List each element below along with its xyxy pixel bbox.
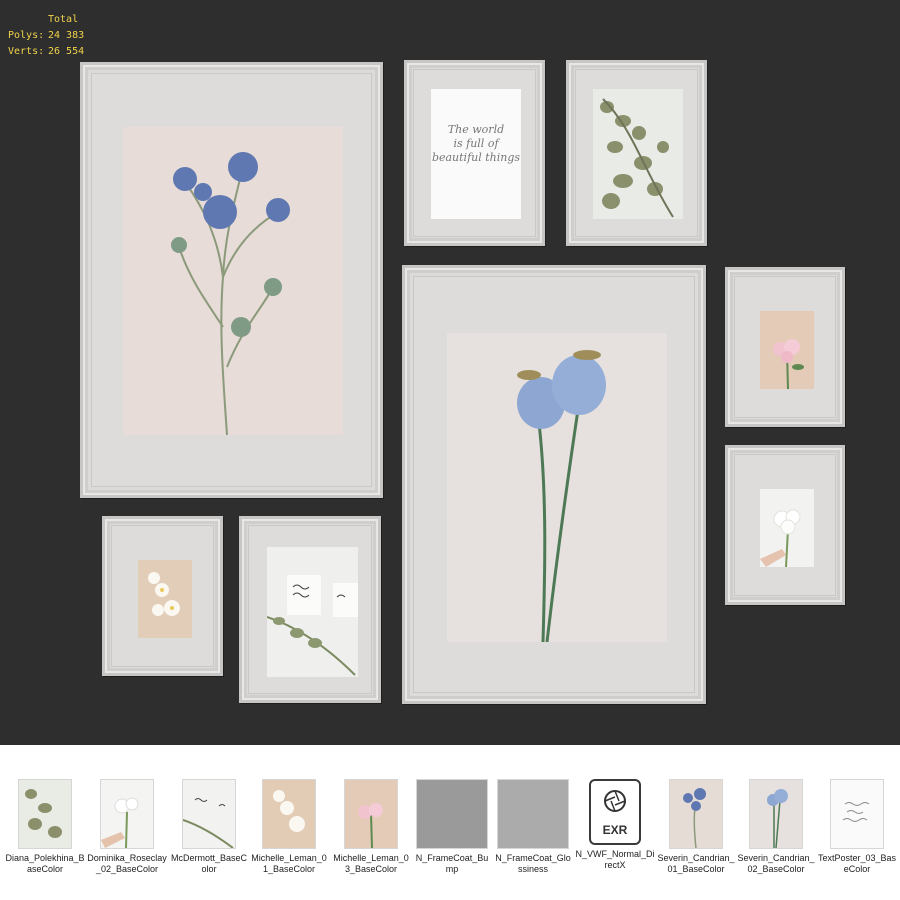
asset-label: Dominika_Roseclay_02_BaseColor [87, 853, 167, 874]
white-bouquet-thumb [100, 779, 154, 849]
quote-line-2: is full of [453, 137, 499, 150]
eucalyptus-thumb [18, 779, 72, 849]
handwriting-photo [267, 547, 358, 677]
exr-file-icon: EXR [589, 779, 641, 845]
frame-handwriting[interactable] [239, 516, 381, 703]
3d-viewport[interactable]: Total Polys: 24 383 Verts: 26 554 The wo… [0, 0, 900, 745]
asset-label: N_FrameCoat_Glossiness [495, 853, 571, 874]
asset-item[interactable]: Severin_Candrian_01_BaseColor [655, 779, 737, 875]
asset-label: TextPoster_03_BaseColor [817, 853, 897, 874]
asset-item[interactable]: Diana_Polekhina_BaseColor [4, 779, 86, 875]
polycount-stats: Total Polys: 24 383 Verts: 26 554 [8, 12, 84, 60]
asset-item[interactable]: N_FrameCoat_Bump [411, 779, 493, 875]
blue-thistle-photo [123, 127, 343, 435]
polys-label: Polys: [8, 30, 45, 41]
pink-rose-photo [760, 311, 814, 389]
asset-label: N_VWF_Normal_DirectX [575, 849, 655, 870]
gray-noise-thumb [497, 779, 569, 849]
asset-item[interactable]: EXR N_VWF_Normal_DirectX [574, 779, 656, 871]
white-daisies-photo [138, 560, 192, 638]
poppy-thumb [749, 779, 803, 849]
frame-poppy[interactable] [402, 265, 706, 704]
asset-item[interactable]: TextPoster_03_BaseColor [816, 779, 898, 875]
quote-line-1: The world [447, 123, 505, 136]
quote-line-3: beautiful things [431, 151, 521, 164]
frame-large-thistle[interactable] [80, 62, 383, 498]
polys-row: Polys: 24 383 [8, 28, 84, 44]
asset-item[interactable]: McDermott_BaseColor [168, 779, 250, 875]
stats-header: Total [48, 14, 79, 25]
white-bouquet-photo [760, 489, 814, 567]
gray-noise-thumb [416, 779, 488, 849]
text-poster-thumb [830, 779, 884, 849]
pink-rose-thumb [344, 779, 398, 849]
asset-label: Severin_Candrian_01_BaseColor [657, 853, 735, 874]
verts-row: Verts: 26 554 [8, 44, 84, 60]
frame-eucalyptus[interactable] [566, 60, 707, 246]
frame-quote-poster[interactable]: The world is full of beautiful things [404, 60, 545, 246]
asset-item[interactable]: Michelle_Leman_01_BaseColor [248, 779, 330, 875]
thistle-thumb [669, 779, 723, 849]
polys-value: 24 383 [48, 30, 85, 41]
asset-label: Diana_Polekhina_BaseColor [5, 853, 85, 874]
asset-label: McDermott_BaseColor [170, 853, 248, 874]
aperture-icon [604, 790, 626, 812]
asset-label: N_FrameCoat_Bump [415, 853, 489, 874]
asset-label: Michelle_Leman_01_BaseColor [251, 853, 327, 874]
frame-white-daisies[interactable] [102, 516, 223, 676]
asset-item[interactable]: Michelle_Leman_03_BaseColor [330, 779, 412, 875]
verts-value: 26 554 [48, 46, 85, 57]
asset-item[interactable]: Severin_Candrian_02_BaseColor [735, 779, 817, 875]
frame-white-bouquet[interactable] [725, 445, 845, 605]
quote-poster: The world is full of beautiful things [431, 89, 521, 219]
asset-item[interactable]: Dominika_Roseclay_02_BaseColor [86, 779, 168, 875]
poppy-pods-photo [447, 333, 667, 642]
asset-label: Michelle_Leman_03_BaseColor [333, 853, 409, 874]
exr-badge: EXR [602, 823, 628, 837]
daisies-thumb [262, 779, 316, 849]
handwriting-thumb [182, 779, 236, 849]
asset-item[interactable]: N_FrameCoat_Glossiness [492, 779, 574, 875]
verts-label: Verts: [8, 46, 45, 57]
texture-asset-list: Diana_Polekhina_BaseColor Dominika_Rosec… [0, 745, 900, 900]
eucalyptus-photo [593, 89, 683, 219]
frame-pink-rose[interactable] [725, 267, 845, 427]
asset-label: Severin_Candrian_02_BaseColor [737, 853, 815, 874]
